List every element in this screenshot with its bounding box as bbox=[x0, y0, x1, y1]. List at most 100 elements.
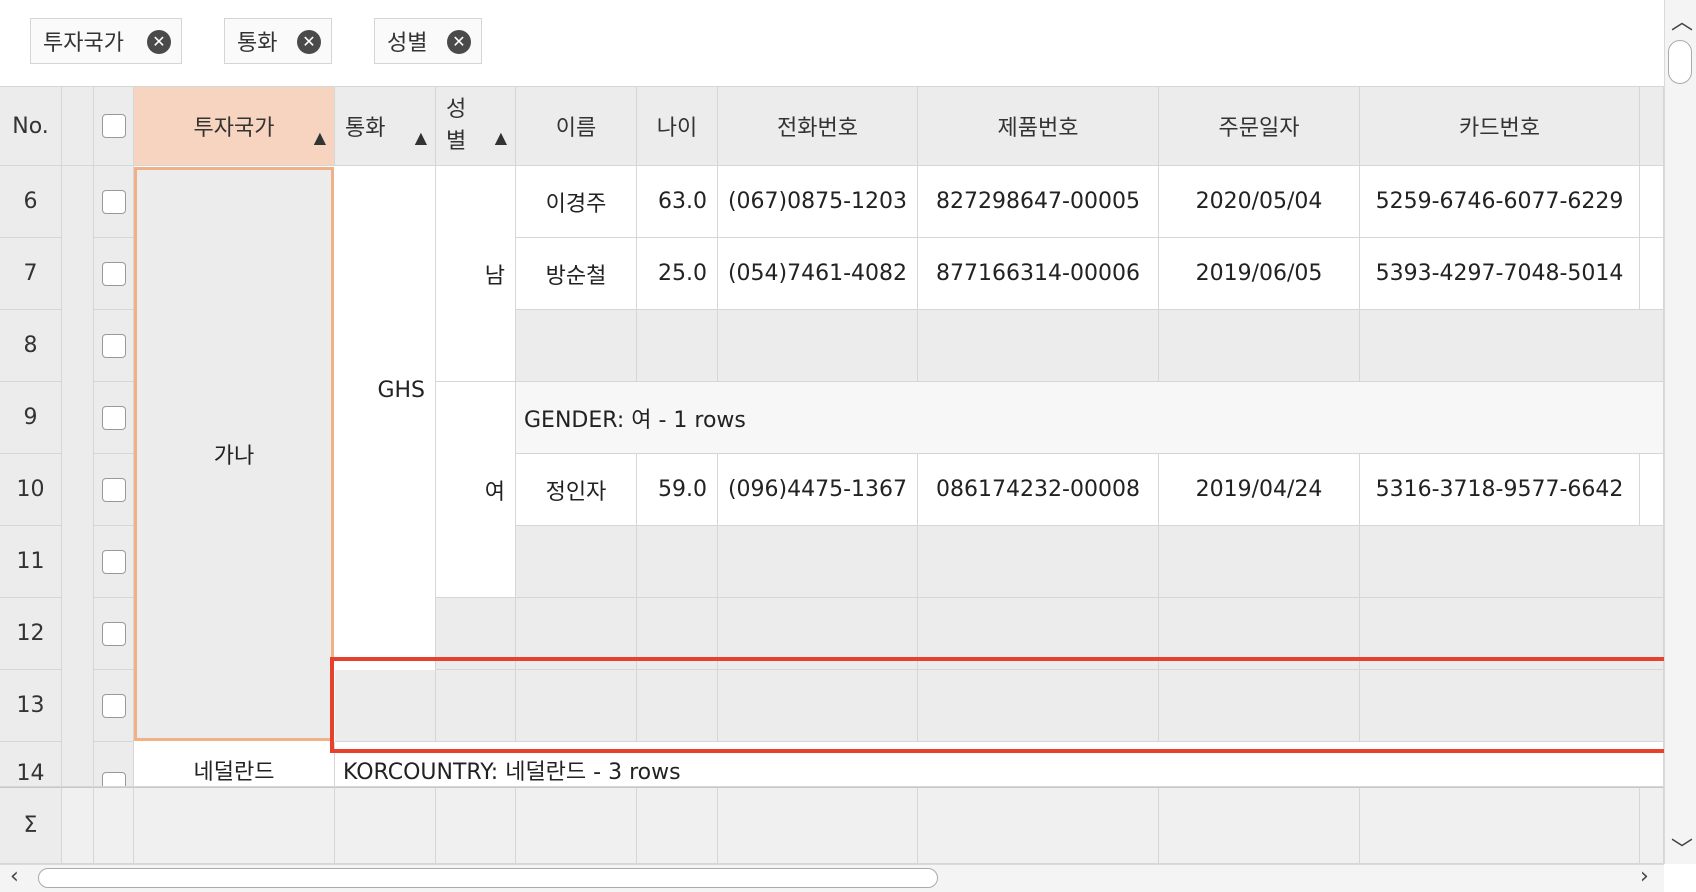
row-checkbox[interactable] bbox=[101, 693, 126, 718]
empty-row bbox=[1360, 526, 1664, 598]
row-checkbox-cell[interactable] bbox=[94, 598, 134, 670]
chevron-down-icon[interactable]: ﹀ bbox=[1671, 832, 1693, 864]
group-cell-currency[interactable]: GHS bbox=[335, 166, 436, 742]
row-checkbox-cell[interactable] bbox=[94, 526, 134, 598]
group-cell-gender-female[interactable]: 여 bbox=[436, 382, 516, 598]
cell-product[interactable]: 086174232-00008 bbox=[918, 454, 1159, 526]
chevron-right-icon[interactable]: › bbox=[1640, 864, 1649, 889]
group-chip-gender[interactable]: 성별 ✕ bbox=[374, 18, 482, 64]
row-checkbox-cell[interactable] bbox=[94, 670, 134, 742]
row-number: 13 bbox=[0, 670, 62, 742]
cell-order-date[interactable]: 2020/05/04 bbox=[1159, 166, 1360, 238]
row-checkbox-cell[interactable] bbox=[94, 310, 134, 382]
cell-name[interactable]: 방순철 bbox=[516, 238, 637, 310]
header-gender[interactable]: 성 별 ▲ bbox=[436, 86, 516, 166]
vertical-scroll-thumb[interactable] bbox=[1668, 40, 1692, 84]
cell-product[interactable]: 827298647-00005 bbox=[918, 166, 1159, 238]
group-chip-country[interactable]: 투자국가 ✕ bbox=[30, 18, 182, 64]
filler-cell bbox=[1640, 238, 1664, 310]
close-icon[interactable]: ✕ bbox=[447, 30, 471, 54]
cell-card[interactable]: 5393-4297-7048-5014 bbox=[1360, 238, 1640, 310]
empty-row bbox=[1159, 526, 1360, 598]
row-checkbox[interactable] bbox=[101, 477, 126, 502]
cell-phone[interactable]: (054)7461-4082 bbox=[718, 238, 918, 310]
cell-product[interactable]: 877166314-00006 bbox=[918, 238, 1159, 310]
header-order-date[interactable]: 주문일자 bbox=[1159, 86, 1360, 166]
header-label: 통화 bbox=[345, 116, 386, 141]
row-checkbox[interactable] bbox=[101, 261, 126, 286]
data-grid: No. 투자국가 ▲ 통화 ▲ 성 별 ▲ 이름 나이 전화번호 제품번호 주문… bbox=[0, 86, 1664, 864]
group-chip-label: 투자국가 bbox=[43, 31, 124, 56]
cell-order-date[interactable]: 2019/04/24 bbox=[1159, 454, 1360, 526]
row-checkbox[interactable] bbox=[101, 772, 126, 786]
row-checkbox-cell[interactable] bbox=[94, 238, 134, 310]
horizontal-scroll-thumb[interactable] bbox=[38, 868, 938, 888]
header-product[interactable]: 제품번호 bbox=[918, 86, 1159, 166]
row-checkbox-cell[interactable] bbox=[94, 454, 134, 526]
filler-cell bbox=[1640, 166, 1664, 238]
row-checkbox[interactable] bbox=[101, 621, 126, 646]
cell-card[interactable]: 5259-6746-6077-6229 bbox=[1360, 166, 1640, 238]
empty-row bbox=[918, 526, 1159, 598]
header-age[interactable]: 나이 bbox=[637, 86, 718, 166]
cell-phone[interactable]: (096)4475-1367 bbox=[718, 454, 918, 526]
header-checkbox[interactable] bbox=[94, 86, 134, 166]
sort-up-icon[interactable]: ▲ bbox=[314, 128, 326, 147]
header-spacer bbox=[62, 86, 94, 166]
row-checkbox-cell[interactable] bbox=[94, 382, 134, 454]
cell-age[interactable]: 25.0 bbox=[637, 238, 718, 310]
empty-row bbox=[918, 598, 1159, 670]
sort-up-icon[interactable]: ▲ bbox=[415, 128, 427, 147]
cell-age[interactable]: 63.0 bbox=[637, 166, 718, 238]
empty-row bbox=[718, 526, 918, 598]
empty-row bbox=[637, 310, 718, 382]
empty-row bbox=[637, 526, 718, 598]
summary-cell bbox=[918, 787, 1159, 864]
cell-name[interactable]: 정인자 bbox=[516, 454, 637, 526]
summary-label: Σ bbox=[0, 787, 62, 864]
row-checkbox[interactable] bbox=[101, 549, 126, 574]
group-row-gender[interactable]: GENDER: 여 - 1 rows bbox=[516, 382, 1664, 454]
row-checkbox-cell[interactable] bbox=[94, 742, 134, 787]
summary-cell bbox=[436, 787, 516, 864]
select-all-checkbox[interactable] bbox=[101, 114, 126, 138]
header-country[interactable]: 투자국가 ▲ bbox=[134, 86, 335, 166]
row-checkbox-cell[interactable] bbox=[94, 166, 134, 238]
cell-order-date[interactable]: 2019/06/05 bbox=[1159, 238, 1360, 310]
sort-up-icon[interactable]: ▲ bbox=[495, 128, 507, 147]
summary-cell bbox=[718, 787, 918, 864]
group-cell-gender-male[interactable]: 남 bbox=[436, 166, 516, 382]
empty-row bbox=[516, 598, 637, 670]
cell-card[interactable]: 5316-3718-9577-6642 bbox=[1360, 454, 1640, 526]
empty-row bbox=[436, 670, 516, 742]
close-icon[interactable]: ✕ bbox=[147, 30, 171, 54]
header-phone[interactable]: 전화번호 bbox=[718, 86, 918, 166]
row-checkbox[interactable] bbox=[101, 333, 126, 358]
header-currency[interactable]: 통화 ▲ bbox=[335, 86, 436, 166]
vertical-scrollbar[interactable] bbox=[1664, 0, 1696, 864]
row-number: 12 bbox=[0, 598, 62, 670]
summary-cell bbox=[516, 787, 637, 864]
cell-phone[interactable]: (067)0875-1203 bbox=[718, 166, 918, 238]
group-chip-currency[interactable]: 통화 ✕ bbox=[224, 18, 332, 64]
group-row-country[interactable]: KORCOUNTRY: 네덜란드 - 3 rows bbox=[335, 742, 1664, 787]
header-name[interactable]: 이름 bbox=[516, 86, 637, 166]
chevron-left-icon[interactable]: ‹ bbox=[10, 864, 19, 889]
group-cell-next-country[interactable]: 네덜란드 bbox=[134, 742, 335, 787]
summary-cell bbox=[637, 787, 718, 864]
summary-cell bbox=[1360, 787, 1640, 864]
header-no[interactable]: No. bbox=[0, 86, 62, 166]
close-icon[interactable]: ✕ bbox=[297, 30, 321, 54]
empty-row bbox=[718, 670, 918, 742]
chevron-up-icon[interactable]: ︿ bbox=[1671, 4, 1693, 36]
summary-cell bbox=[94, 787, 134, 864]
empty-row bbox=[1159, 598, 1360, 670]
row-number: 8 bbox=[0, 310, 62, 382]
summary-cell bbox=[134, 787, 335, 864]
cell-age[interactable]: 59.0 bbox=[637, 454, 718, 526]
cell-name[interactable]: 이경주 bbox=[516, 166, 637, 238]
row-checkbox[interactable] bbox=[101, 405, 126, 430]
group-cell-country[interactable]: 가나 bbox=[134, 167, 334, 741]
header-card[interactable]: 카드번호 bbox=[1360, 86, 1640, 166]
row-checkbox[interactable] bbox=[101, 189, 126, 214]
